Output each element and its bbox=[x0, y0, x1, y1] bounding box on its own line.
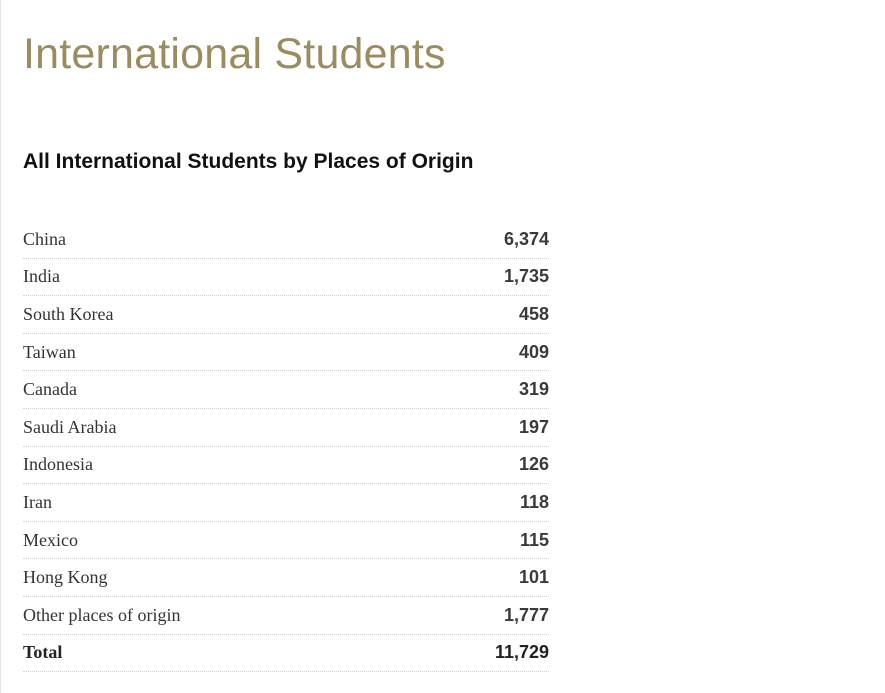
place-name: India bbox=[23, 266, 60, 287]
student-count: 118 bbox=[519, 491, 549, 512]
total-row: Total 11,729 bbox=[23, 635, 549, 673]
table-row: South Korea 458 bbox=[23, 296, 549, 334]
table-row: China 6,374 bbox=[23, 221, 549, 259]
student-count: 458 bbox=[518, 303, 549, 324]
place-name: Iran bbox=[23, 491, 52, 512]
student-count: 197 bbox=[518, 416, 549, 437]
student-count: 319 bbox=[518, 379, 549, 400]
student-count: 1,735 bbox=[503, 266, 549, 287]
places-of-origin-table: China 6,374 India 1,735 South Korea 458 … bbox=[23, 221, 549, 673]
table-row: Saudi Arabia 197 bbox=[23, 409, 549, 447]
table-row: Mexico 115 bbox=[23, 522, 549, 560]
place-name: Taiwan bbox=[23, 341, 76, 362]
place-name: China bbox=[23, 228, 66, 249]
table-row: Taiwan 409 bbox=[23, 334, 549, 372]
table-row: Canada 319 bbox=[23, 371, 549, 409]
place-name: Other places of origin bbox=[23, 604, 181, 625]
place-name: Canada bbox=[23, 379, 77, 400]
table-row: Indonesia 126 bbox=[23, 447, 549, 485]
total-count: 11,729 bbox=[494, 642, 549, 663]
place-name: Mexico bbox=[23, 529, 78, 550]
section-title: All International Students by Places of … bbox=[23, 150, 474, 173]
student-count: 115 bbox=[519, 529, 549, 550]
table-row: Other places of origin 1,777 bbox=[23, 597, 549, 635]
table-row: Hong Kong 101 bbox=[23, 559, 549, 597]
student-count: 126 bbox=[518, 454, 549, 475]
page-title: International Students bbox=[23, 30, 446, 78]
place-name: Indonesia bbox=[23, 454, 93, 475]
table-row: Iran 118 bbox=[23, 484, 549, 522]
place-name: Saudi Arabia bbox=[23, 416, 117, 437]
student-count: 1,777 bbox=[503, 604, 549, 625]
table-row: India 1,735 bbox=[23, 259, 549, 297]
total-label: Total bbox=[23, 642, 63, 663]
student-count: 6,374 bbox=[503, 228, 549, 249]
student-count: 101 bbox=[518, 567, 549, 588]
place-name: South Korea bbox=[23, 303, 114, 324]
student-count: 409 bbox=[518, 341, 549, 362]
place-name: Hong Kong bbox=[23, 567, 108, 588]
